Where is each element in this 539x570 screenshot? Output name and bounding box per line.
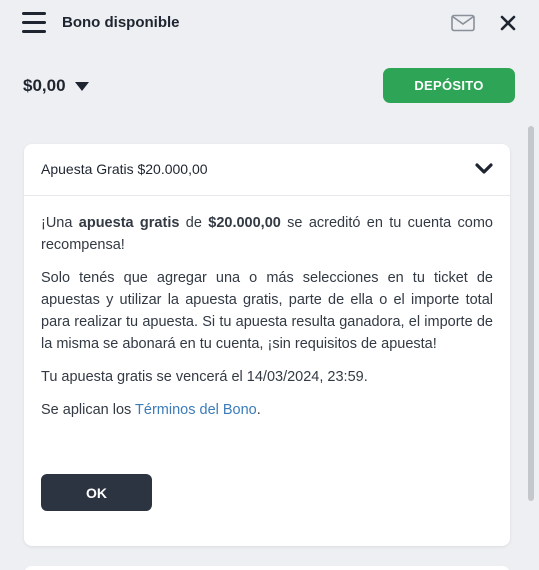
bonus-card-body: ¡Una apuesta gratis de $20.000,00 se acr… <box>24 196 510 421</box>
close-icon[interactable] <box>498 13 518 33</box>
balance-row: $0,00 DEPÓSITO <box>0 62 539 106</box>
page-title: Bono disponible <box>62 14 180 31</box>
caret-down-icon <box>74 82 89 91</box>
deposit-button[interactable]: DEPÓSITO <box>383 68 515 103</box>
balance-dropdown[interactable]: $0,00 <box>23 76 89 96</box>
bonus-card-header[interactable]: Apuesta Gratis $20.000,00 <box>24 144 510 196</box>
balance-amount: $0,00 <box>23 76 66 95</box>
hamburger-menu-icon[interactable] <box>22 12 46 34</box>
bonus-card: Apuesta Gratis $20.000,00 ¡Una apuesta g… <box>24 144 510 546</box>
chevron-down-icon[interactable] <box>475 162 493 176</box>
bonus-expiry-text: Tu apuesta gratis se vencerá el 14/03/20… <box>41 369 368 385</box>
bonus-panel: Bono disponible $0,00 DEPÓSITO Apuesta G… <box>0 0 539 570</box>
bonus-terms-link[interactable]: Términos del Bono <box>135 402 257 418</box>
panel-header: Bono disponible <box>0 0 539 46</box>
ok-button[interactable]: OK <box>41 474 152 511</box>
bonus-credited-text: ¡Una apuesta gratis de $20.000,00 se acr… <box>41 215 493 253</box>
next-card-edge <box>24 566 510 570</box>
scrollbar-thumb[interactable] <box>528 126 534 501</box>
bonus-card-title: Apuesta Gratis $20.000,00 <box>41 161 208 177</box>
bonus-instructions-text: Solo tenés que agregar una o más selecci… <box>41 270 493 352</box>
envelope-icon[interactable] <box>451 14 475 32</box>
bonus-terms-text: Se aplican los Términos del Bono. <box>41 402 261 418</box>
